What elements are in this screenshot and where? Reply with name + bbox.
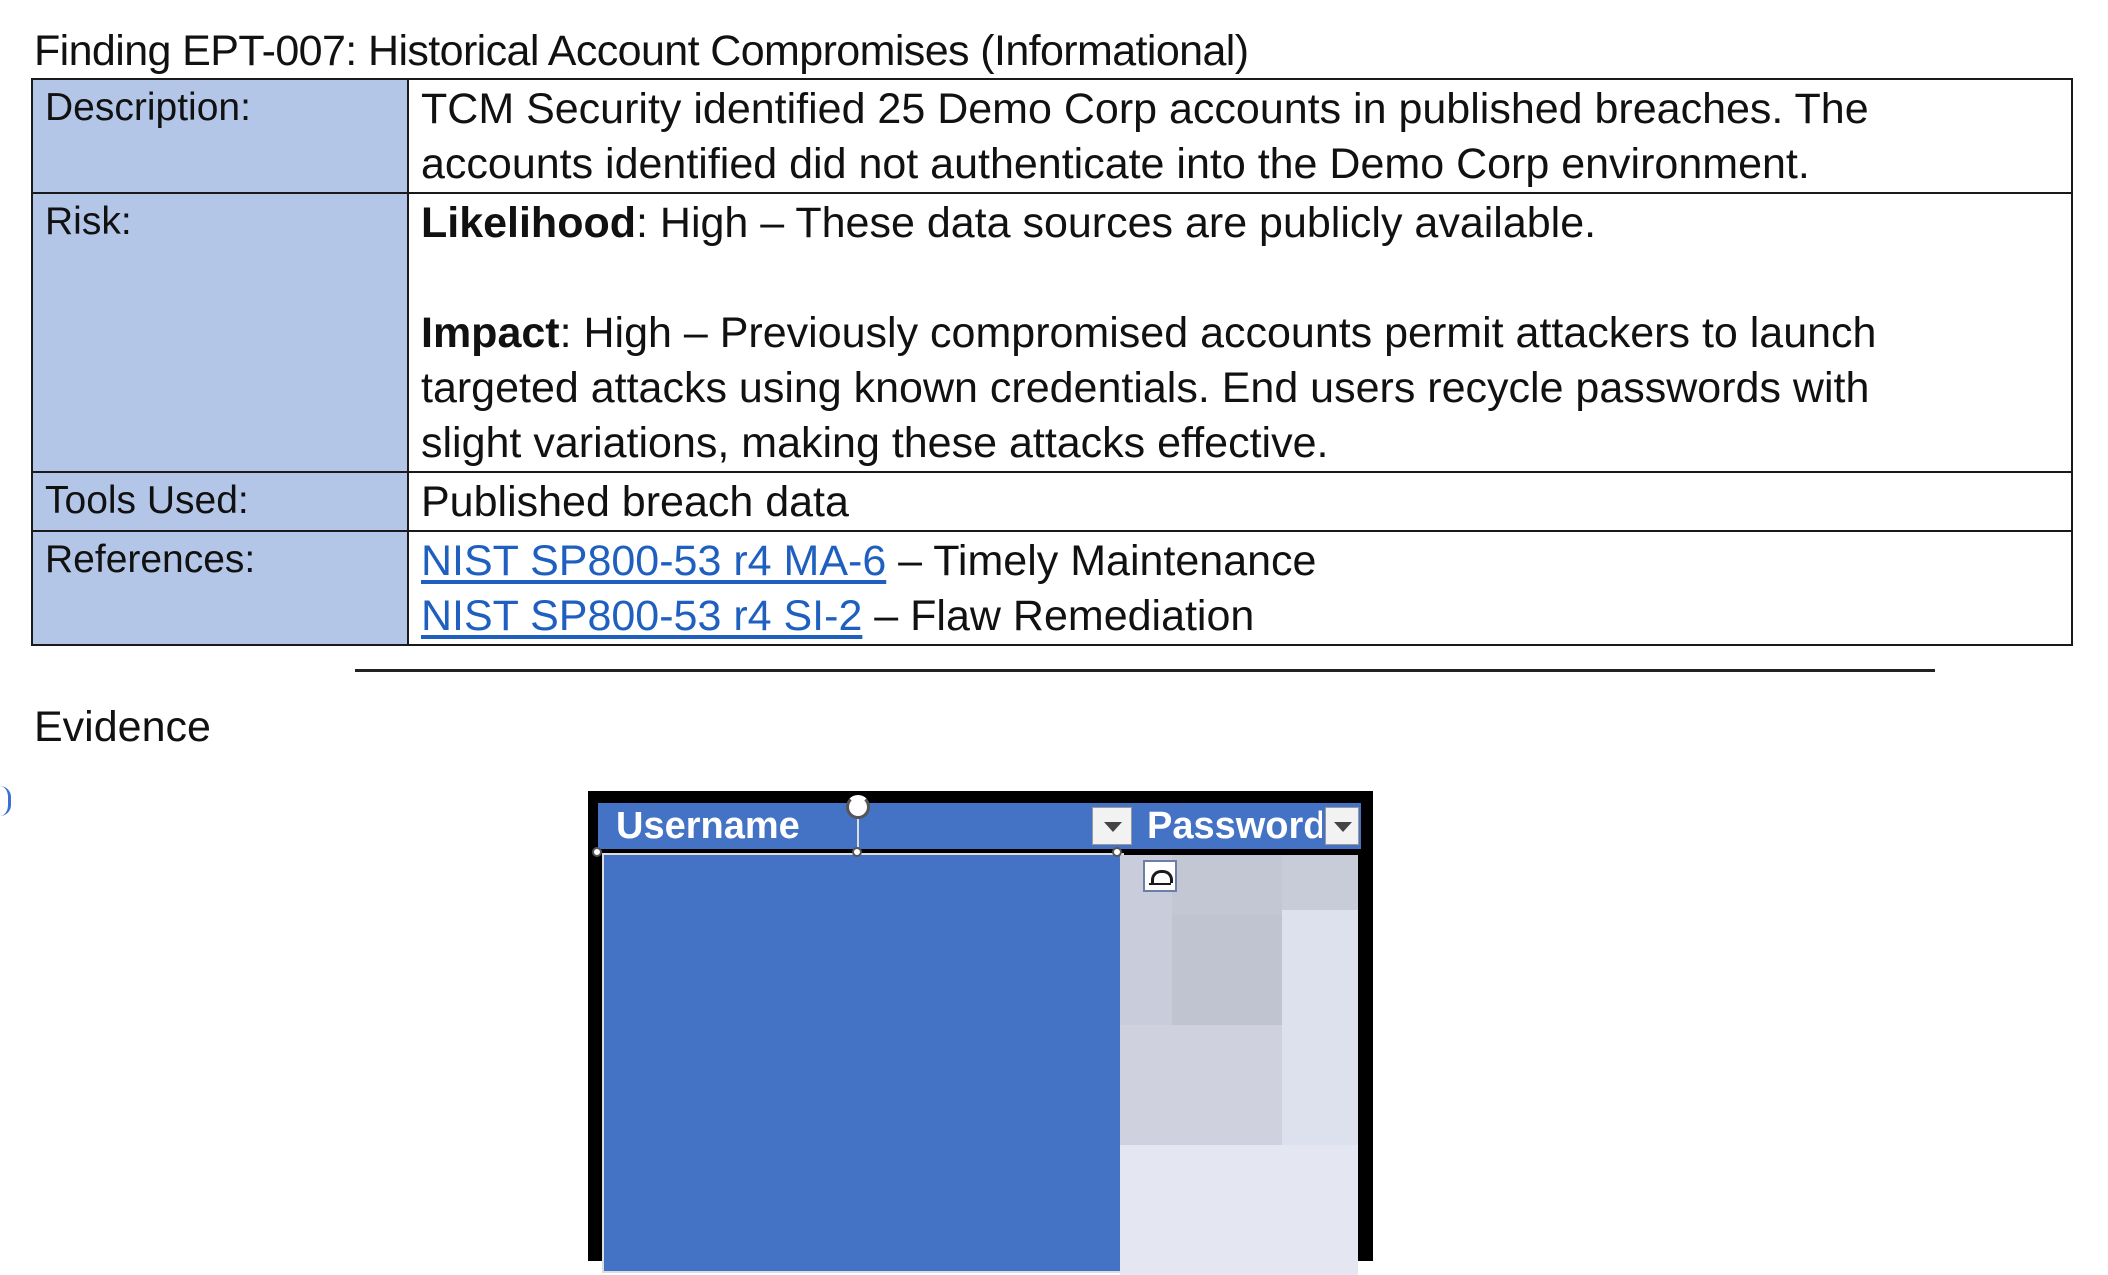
impact-line: slight variations, making these attacks … — [421, 419, 1329, 467]
password-column-header: Password — [1147, 805, 1322, 847]
impact-line: Impact: High – Previously compromised ac… — [421, 306, 2059, 361]
rotate-stem — [857, 819, 859, 847]
impact-label: Impact — [421, 309, 560, 357]
description-line: accounts identified did not authenticate… — [421, 140, 1810, 188]
finding-table: Description: TCM Security identified 25 … — [31, 78, 2073, 646]
resize-handle[interactable] — [852, 847, 862, 857]
references-value: NIST SP800-53 r4 MA-6 – Timely Maintenan… — [407, 530, 2073, 646]
table-row-risk: Risk: Likelihood: High – These data sour… — [31, 192, 2073, 473]
section-divider — [355, 669, 1935, 672]
blur-block — [1282, 910, 1358, 1150]
screenshot-header-row: Username Password — [598, 803, 1361, 849]
blur-block — [1282, 855, 1358, 910]
rotate-handle-icon[interactable] — [846, 795, 870, 819]
username-column-header: Username — [616, 805, 800, 847]
margin-marker-icon — [0, 786, 11, 816]
table-row-references: References: NIST SP800-53 r4 MA-6 – Time… — [31, 530, 2073, 646]
table-row-description: Description: TCM Security identified 25 … — [31, 78, 2073, 194]
filter-dropdown-icon — [1325, 807, 1359, 845]
finding-title: Finding EPT-007: Historical Account Comp… — [34, 27, 1249, 75]
impact-line: targeted attacks using known credentials… — [421, 364, 1870, 412]
evidence-screenshot[interactable]: Username Password — [588, 791, 1373, 1275]
reference-text: – Timely Maintenance — [886, 537, 1317, 585]
blur-block — [1120, 1025, 1282, 1145]
reference-item: NIST SP800-53 r4 SI-2 – Flaw Remediation — [421, 589, 2059, 644]
impact-text: : High – Previously compromised accounts… — [559, 309, 1877, 357]
resize-handle[interactable] — [592, 847, 602, 857]
reference-link-ma6[interactable]: NIST SP800-53 r4 MA-6 — [421, 537, 886, 585]
filter-dropdown-icon — [1092, 807, 1132, 845]
resize-handle[interactable] — [1112, 847, 1122, 857]
reference-item: NIST SP800-53 r4 MA-6 – Timely Maintenan… — [421, 534, 2059, 589]
blur-block — [1172, 855, 1282, 915]
reference-link-si2[interactable]: NIST SP800-53 r4 SI-2 — [421, 592, 862, 640]
references-label: References: — [31, 530, 409, 646]
evidence-heading: Evidence — [34, 703, 211, 751]
layout-options-icon[interactable] — [1143, 860, 1177, 892]
reference-text: – Flaw Remediation — [862, 592, 1255, 640]
tools-value: Published breach data — [407, 471, 2073, 532]
description-label: Description: — [31, 78, 409, 194]
description-value: TCM Security identified 25 Demo Corp acc… — [407, 78, 2073, 194]
blurred-password-column — [1120, 855, 1358, 1275]
risk-value: Likelihood: High – These data sources ar… — [407, 192, 2073, 473]
redacted-username-block — [602, 853, 1124, 1273]
likelihood-text: : High – These data sources are publicly… — [636, 199, 1597, 247]
likelihood-line: Likelihood: High – These data sources ar… — [421, 196, 2059, 251]
tools-label: Tools Used: — [31, 471, 409, 532]
blur-block — [1120, 1145, 1358, 1275]
description-line: TCM Security identified 25 Demo Corp acc… — [421, 85, 1869, 133]
blur-block — [1172, 915, 1282, 1025]
likelihood-label: Likelihood — [421, 199, 636, 247]
table-row-tools: Tools Used: Published breach data — [31, 471, 2073, 532]
risk-label: Risk: — [31, 192, 409, 473]
